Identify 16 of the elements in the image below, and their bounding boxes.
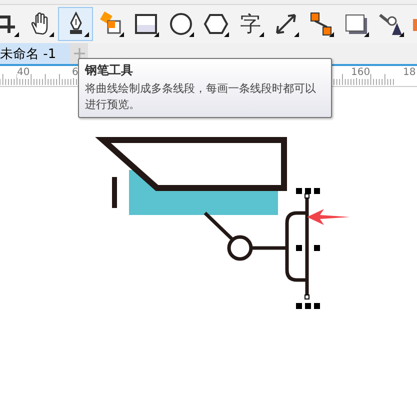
pen-tool-button[interactable]	[58, 7, 93, 41]
tooltip-text: 将曲线绘制成多条线段，每画一条线段时都可以进行预览。	[85, 81, 317, 113]
ruler-label: 160	[351, 67, 370, 78]
connector-icon	[308, 11, 334, 37]
document-tab[interactable]: 未命名 -1	[0, 43, 70, 64]
tooltip-title: 钢笔工具	[85, 62, 134, 79]
selection-handles[interactable]	[296, 188, 320, 309]
ruler-label: 18	[403, 67, 416, 78]
ruler-label: 40	[17, 67, 30, 78]
ruler-label: 6	[72, 67, 78, 78]
rectangle-icon	[132, 11, 158, 37]
text-tool-button[interactable]: 字	[233, 7, 268, 41]
fill-shapes-icon	[98, 11, 124, 37]
hexagon-icon	[202, 11, 228, 37]
eyedropper-icon	[378, 11, 404, 37]
circle-icon	[168, 11, 194, 37]
